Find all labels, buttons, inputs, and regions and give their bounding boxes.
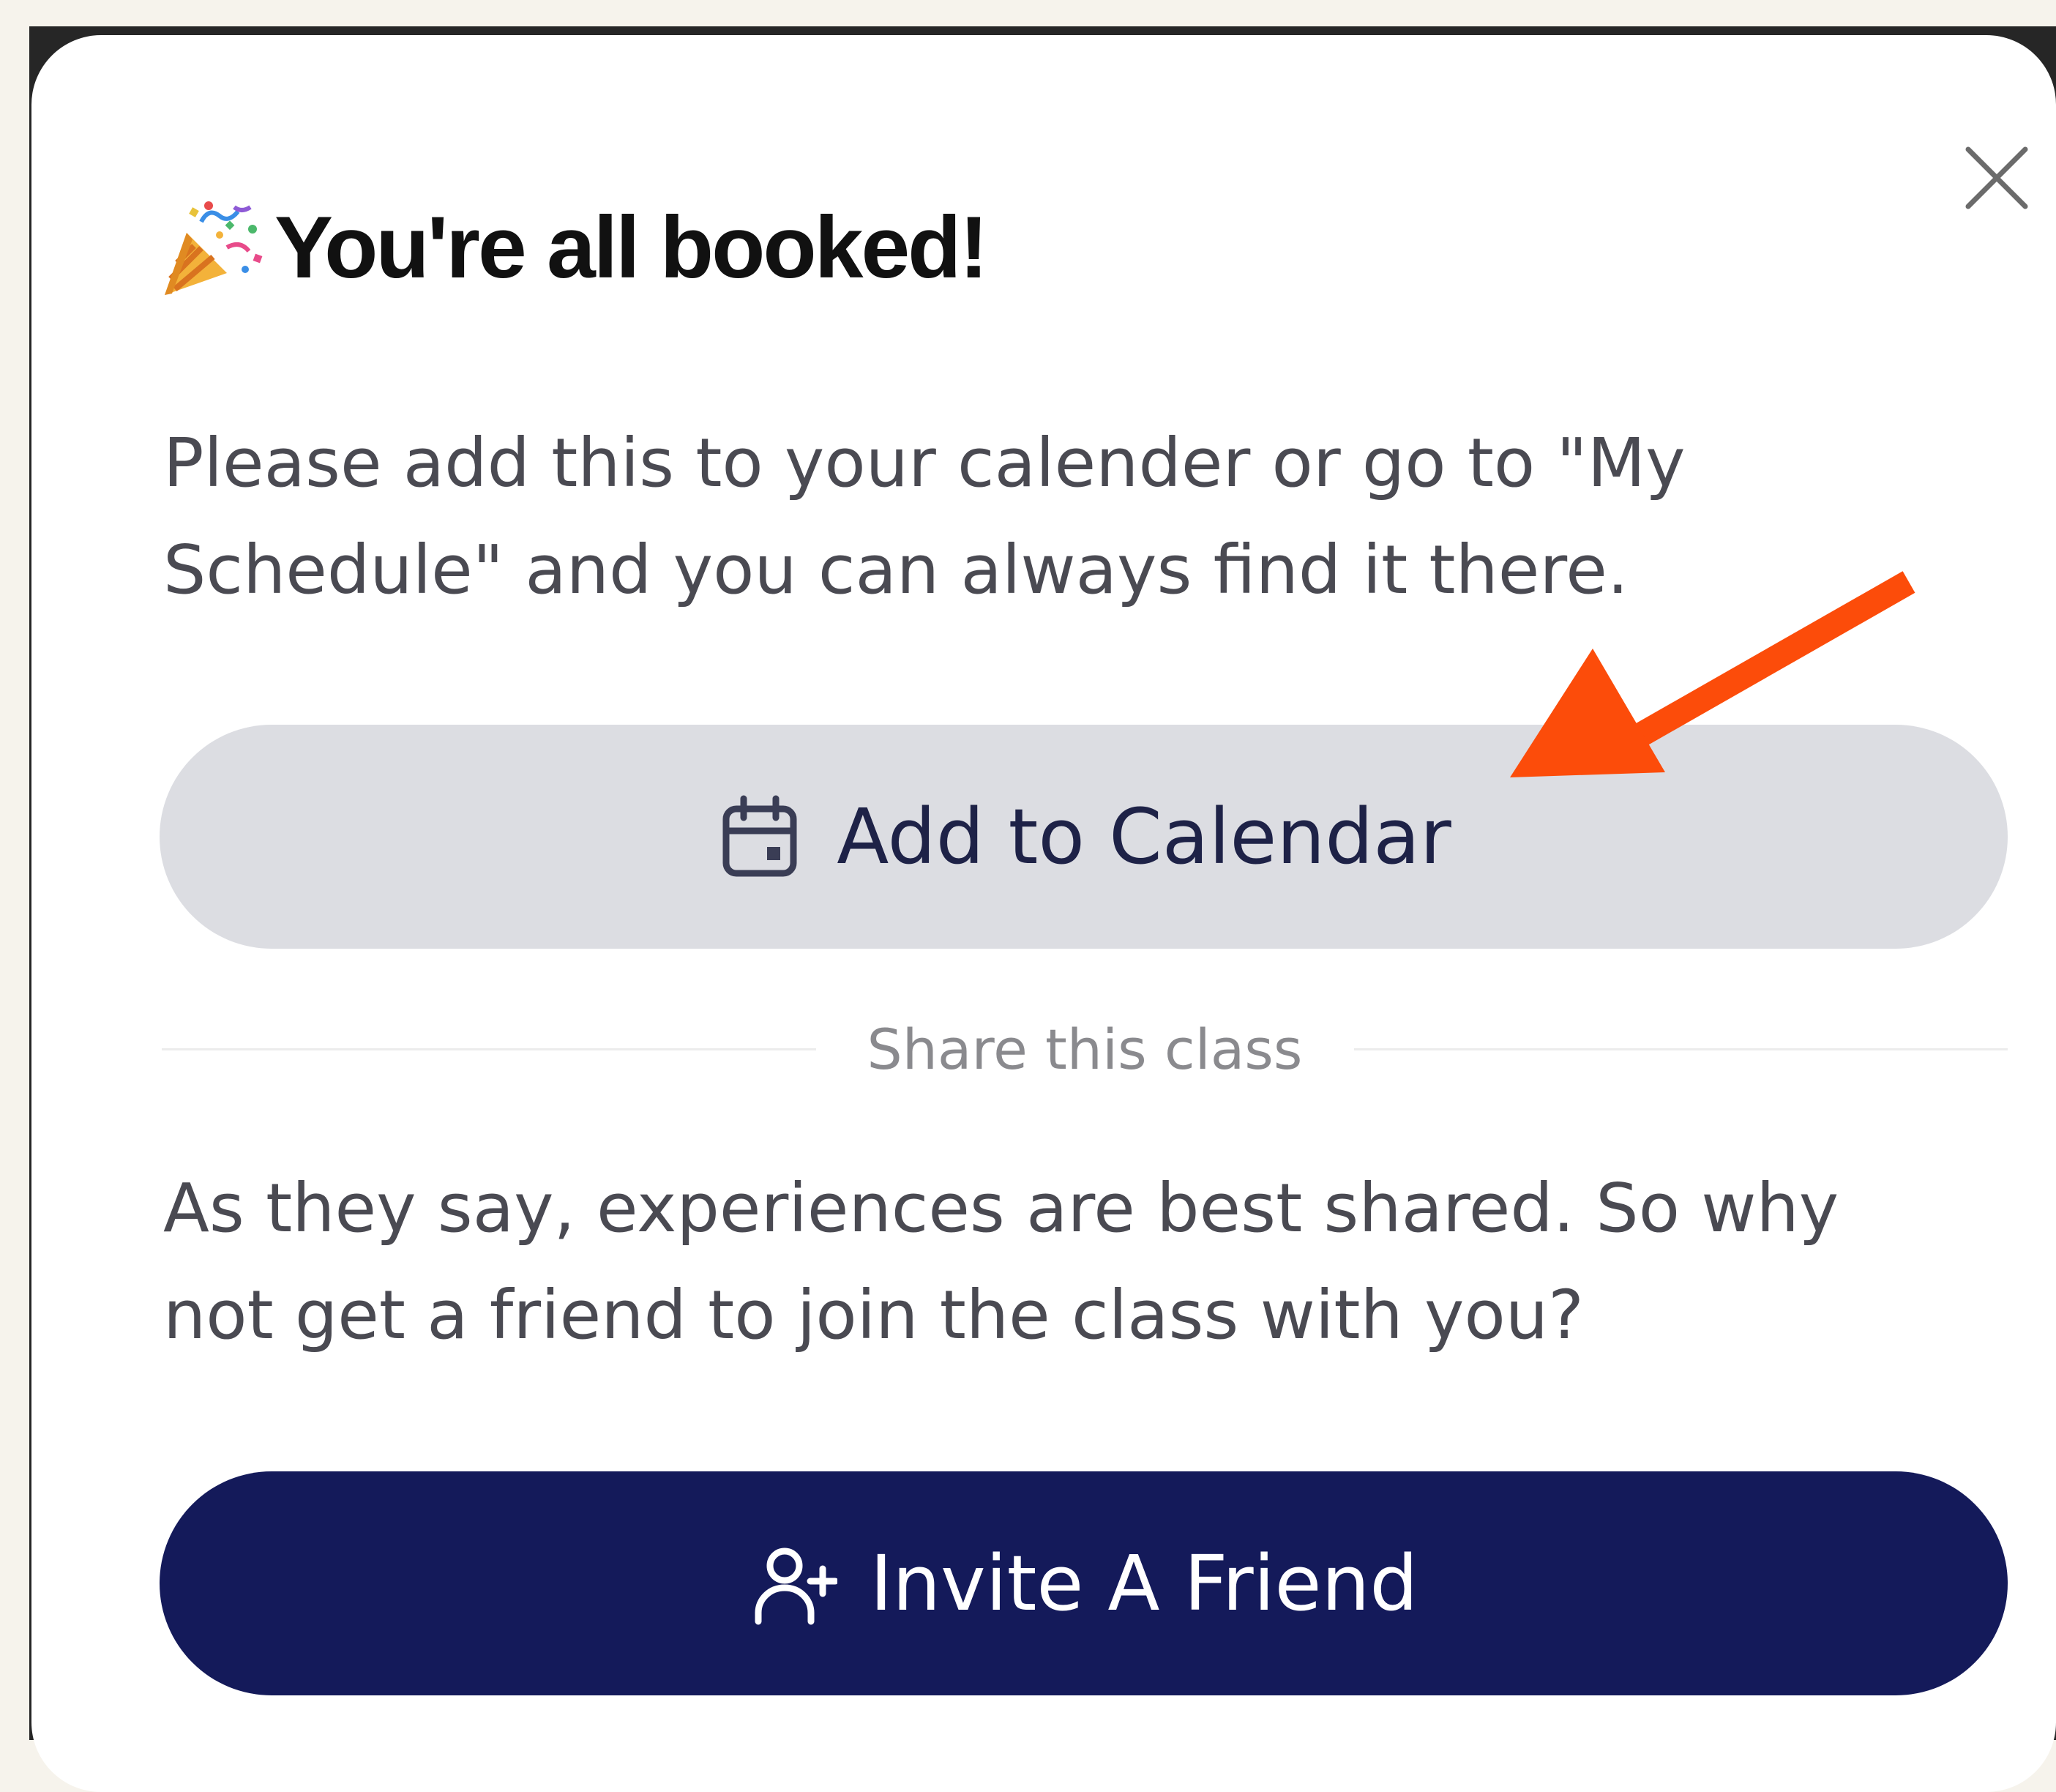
divider-line-left <box>162 1048 816 1050</box>
calendar-icon <box>722 795 797 877</box>
share-divider-label: Share this class <box>867 1016 1303 1082</box>
divider-line-right <box>1353 1048 2008 1050</box>
invite-friend-button[interactable]: Invite A Friend <box>160 1471 2008 1695</box>
close-icon <box>1965 146 2028 209</box>
modal-header: You're all booked! <box>157 189 988 306</box>
party-popper-icon <box>165 201 263 295</box>
booking-instructions: Please add this to your calender or go t… <box>163 424 1686 609</box>
share-divider: Share this class <box>162 1012 2008 1086</box>
share-description: As they say, experiences are best shared… <box>163 1169 1839 1354</box>
invite-friend-label: Invite A Friend <box>870 1539 1418 1628</box>
booking-confirmation-modal: You're all booked! Please add this to yo… <box>31 35 2056 1792</box>
modal-title: You're all booked! <box>274 198 988 296</box>
close-button[interactable] <box>1956 138 2037 218</box>
user-plus-icon <box>755 1548 837 1625</box>
add-to-calendar-label: Add to Calendar <box>837 792 1451 881</box>
add-to-calendar-button[interactable]: Add to Calendar <box>160 725 2008 949</box>
